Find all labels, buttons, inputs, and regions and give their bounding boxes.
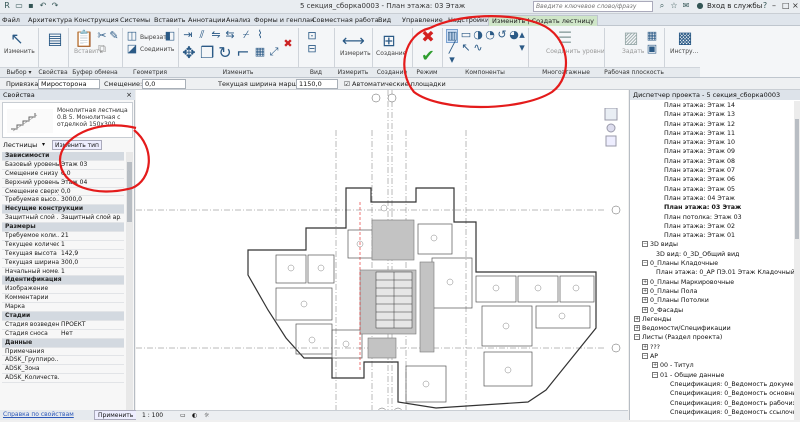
red-annotations: [58, 15, 568, 193]
